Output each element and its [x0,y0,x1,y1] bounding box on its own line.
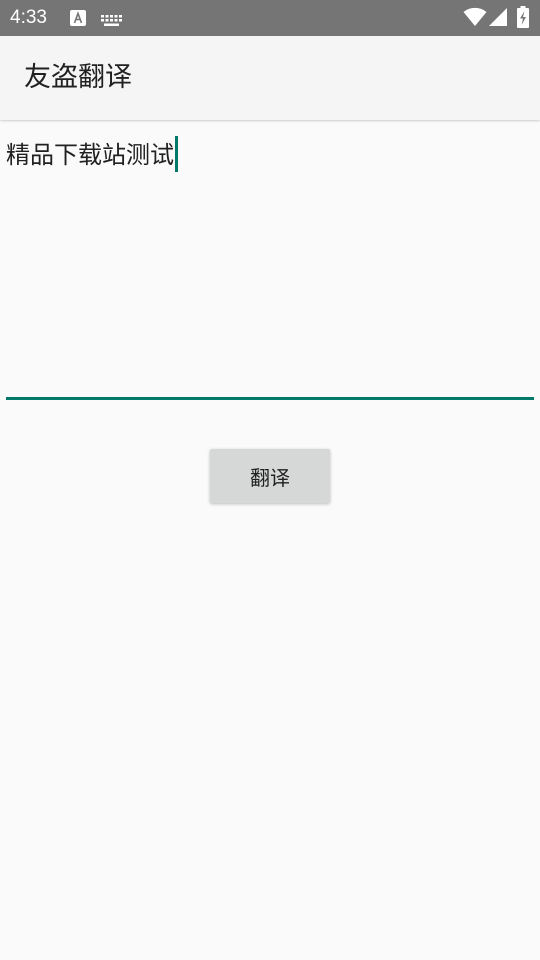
input-text-line[interactable]: 精品下载站测试 [6,136,178,173]
text-recognition-icon [70,10,86,30]
status-bar: 4:33 [0,0,540,36]
app-title: 友盗翻译 [24,62,132,93]
status-time: 4:33 [10,7,47,28]
keyboard-icon [101,12,122,31]
text-cursor [175,136,178,172]
translate-button[interactable]: 翻译 [210,449,330,503]
input-underline [6,397,534,400]
battery-charging-icon [517,6,529,32]
input-value: 精品下载站测试 [6,141,174,169]
source-text-input[interactable]: 精品下载站测试 [6,128,534,400]
wifi-icon [463,7,487,31]
cellular-signal-icon [488,7,508,31]
app-bar: 友盗翻译 [0,36,540,120]
